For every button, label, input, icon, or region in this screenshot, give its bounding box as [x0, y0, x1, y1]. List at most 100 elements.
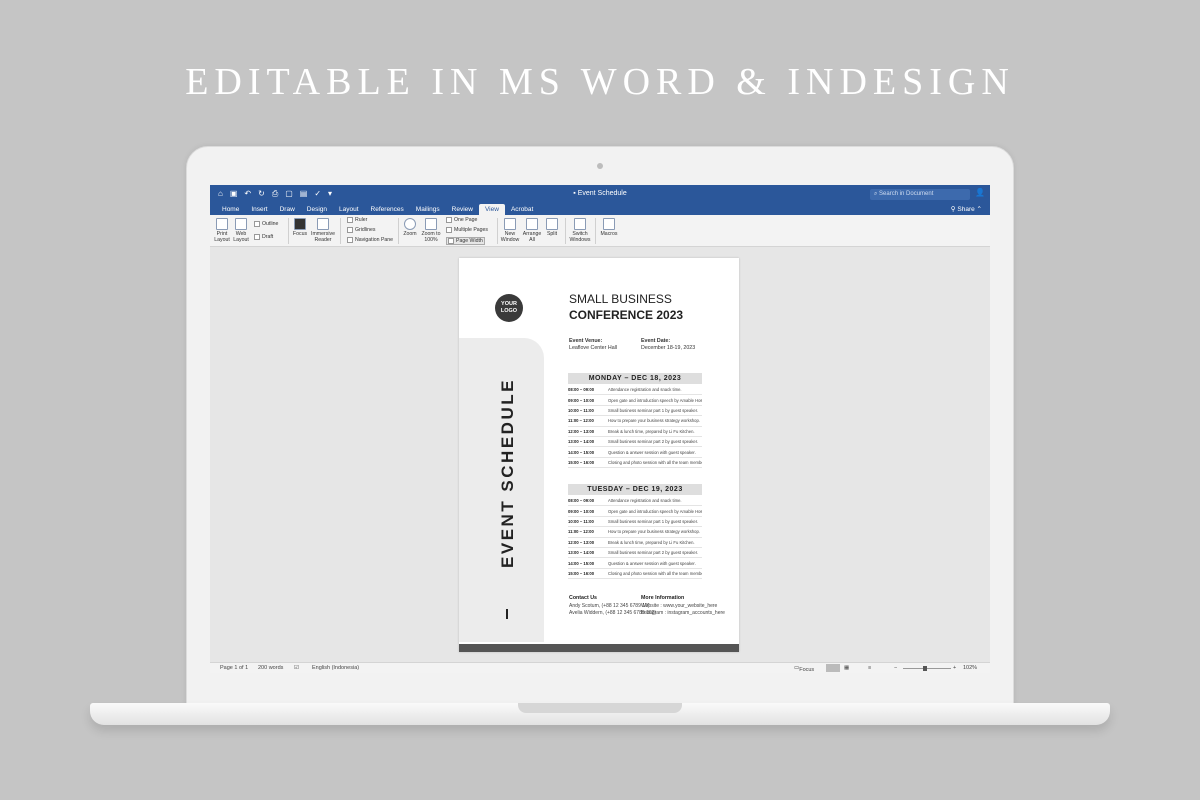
web-layout-view-icon[interactable]: ▦	[844, 665, 849, 671]
zoom-label: Zoom	[403, 231, 417, 237]
outline-button[interactable]: Outline	[254, 221, 278, 227]
schedule-desc: Open gate and introduction speech by Ama…	[608, 397, 702, 403]
zoom-slider-thumb[interactable]	[923, 666, 927, 671]
schedule-time: 12:00 – 13:00	[568, 428, 595, 434]
ruler-checkbox[interactable]: Ruler	[347, 217, 367, 223]
schedule-row: 15:00 – 16:00 Closing and photo session w…	[568, 458, 702, 469]
draft-icon	[254, 234, 260, 240]
user-icon[interactable]: 👤	[975, 188, 985, 197]
schedule-time: 10:00 – 11:00	[568, 518, 594, 524]
ribbon-separator	[497, 218, 498, 244]
schedule-row: 14:00 – 15:00 Question & answer session w…	[568, 558, 702, 569]
schedule-desc: Break & lunch time, prepared by Li Fu Ki…	[608, 428, 695, 434]
schedule-row: 11:00 – 12:00 How to prepare your busines…	[568, 527, 702, 538]
schedule-row: 12:00 – 13:00 Break & lunch time, prepare…	[568, 427, 702, 437]
share-button[interactable]: ⚲ Share ⌃	[951, 205, 982, 213]
schedule-row: 10:00 – 11:00 Small business seminar part…	[568, 406, 702, 417]
immersive-reader-label: Immersive Reader	[311, 231, 335, 243]
switch-windows-icon	[574, 218, 586, 230]
tab-view[interactable]: View	[478, 204, 505, 215]
new-window-icon	[504, 218, 516, 230]
focus-icon	[294, 218, 306, 230]
tab-review[interactable]: Review	[446, 204, 479, 215]
zoom-level[interactable]: 102%	[963, 665, 977, 671]
page-width-icon	[448, 238, 454, 244]
outline-icon	[254, 221, 260, 227]
tab-references[interactable]: References	[365, 204, 410, 215]
document-page[interactable]: YOUR LOGO EVENT SCHEDULE SMALL BUSINESS C…	[459, 258, 739, 652]
ruler-check-icon	[347, 217, 353, 223]
tab-design[interactable]: Design	[301, 204, 333, 215]
page-footer-bar	[459, 644, 739, 652]
ribbon-separator	[288, 218, 289, 244]
date-block: Event Date: December 18-19, 2023	[641, 338, 695, 352]
logo-line1: YOUR	[501, 301, 517, 307]
tab-layout[interactable]: Layout	[333, 204, 365, 215]
search-input[interactable]: ⌕ Search in Document	[870, 189, 970, 200]
zoom-100-icon	[425, 218, 437, 230]
schedule-row: 08:00 – 09:00 Attendance registration and…	[568, 385, 702, 396]
ribbon-separator	[595, 218, 596, 244]
day2-header: TUESDAY – DEC 19, 2023	[568, 484, 702, 495]
search-placeholder: Search in Document	[879, 191, 934, 197]
one-page-button[interactable]: One Page	[446, 217, 477, 223]
page-count[interactable]: Page 1 of 1	[220, 665, 248, 671]
zoom-in-icon[interactable]: +	[953, 665, 956, 671]
day1-header: MONDAY – DEC 18, 2023	[568, 373, 702, 384]
schedule-row: 13:00 – 14:00 Small business seminar part…	[568, 548, 702, 559]
ribbon-separator	[565, 218, 566, 244]
ribbon-view: Print Layout Web Layout Outline Draft Fo…	[210, 215, 990, 247]
tab-mailings[interactable]: Mailings	[410, 204, 446, 215]
tab-draw[interactable]: Draw	[274, 204, 301, 215]
zoom-out-icon[interactable]: −	[894, 665, 897, 671]
side-dash	[506, 609, 508, 619]
zoom-100-button[interactable]: Zoom to 100%	[420, 218, 442, 243]
schedule-row: 08:00 – 09:00 Attendance registration and…	[568, 496, 702, 507]
tab-acrobat[interactable]: Acrobat	[505, 204, 539, 215]
schedule-row: 09:00 – 10:00 Open gate and introduction …	[568, 395, 702, 406]
focus-button[interactable]: Focus	[291, 218, 309, 237]
draft-button[interactable]: Draft	[254, 234, 273, 240]
laptop-notch	[518, 703, 682, 713]
zoom-button[interactable]: Zoom	[401, 218, 419, 237]
print-layout-button[interactable]: Print Layout	[213, 218, 231, 243]
switch-windows-button[interactable]: Switch Windows	[568, 218, 592, 243]
schedule-time: 08:00 – 09:00	[568, 387, 595, 393]
navigation-pane-checkbox[interactable]: Navigation Pane	[347, 237, 393, 243]
date-value: December 18-19, 2023	[641, 345, 696, 351]
page-width-button[interactable]: Page Width	[446, 237, 485, 245]
arrange-all-label: Arrange All	[522, 231, 542, 243]
immersive-reader-button[interactable]: Immersive Reader	[311, 218, 335, 243]
web-layout-button[interactable]: Web Layout	[232, 218, 250, 243]
schedule-time: 09:00 – 10:00	[568, 397, 595, 403]
draft-view-icon[interactable]: ≡	[868, 665, 871, 671]
ruler-label: Ruler	[355, 217, 368, 223]
tab-home[interactable]: Home	[216, 204, 245, 215]
print-layout-view-icon[interactable]	[826, 664, 840, 672]
tab-insert[interactable]: Insert	[245, 204, 273, 215]
split-button[interactable]: Split	[544, 218, 560, 237]
focus-mode-button[interactable]: ▭ Focus	[794, 665, 814, 673]
page-width-label: Page Width	[456, 238, 483, 244]
zoom-slider[interactable]	[903, 668, 951, 669]
headline: EDITABLE IN MS WORD & INDESIGN	[185, 61, 1015, 103]
date-label: Event Date:	[641, 338, 671, 344]
schedule-desc: Question & answer session with guest spe…	[608, 449, 696, 455]
schedule-time: 13:00 – 14:00	[568, 550, 595, 556]
schedule-desc: Open gate and introduction speech by Ama…	[608, 508, 702, 514]
schedule-row: 13:00 – 14:00 Small business seminar part…	[568, 437, 702, 448]
schedule-time: 10:00 – 11:00	[568, 407, 594, 413]
arrange-all-button[interactable]: Arrange All	[522, 218, 542, 243]
word-count[interactable]: 200 words	[258, 665, 283, 671]
multiple-pages-button[interactable]: Multiple Pages	[446, 227, 488, 233]
new-window-button[interactable]: New Window	[500, 218, 520, 243]
zoom-100-label: Zoom to 100%	[421, 231, 441, 243]
zoom-icon	[404, 218, 416, 230]
schedule-row: 10:00 – 11:00 Small business seminar part…	[568, 517, 702, 528]
gridlines-checkbox[interactable]: Gridlines	[347, 227, 375, 233]
macros-button[interactable]: Macros	[598, 218, 620, 237]
multiple-pages-label: Multiple Pages	[454, 227, 489, 233]
proofing-icon[interactable]: ☑	[294, 665, 299, 671]
language[interactable]: English (Indonesia)	[312, 665, 359, 671]
immersive-reader-icon	[317, 218, 329, 230]
